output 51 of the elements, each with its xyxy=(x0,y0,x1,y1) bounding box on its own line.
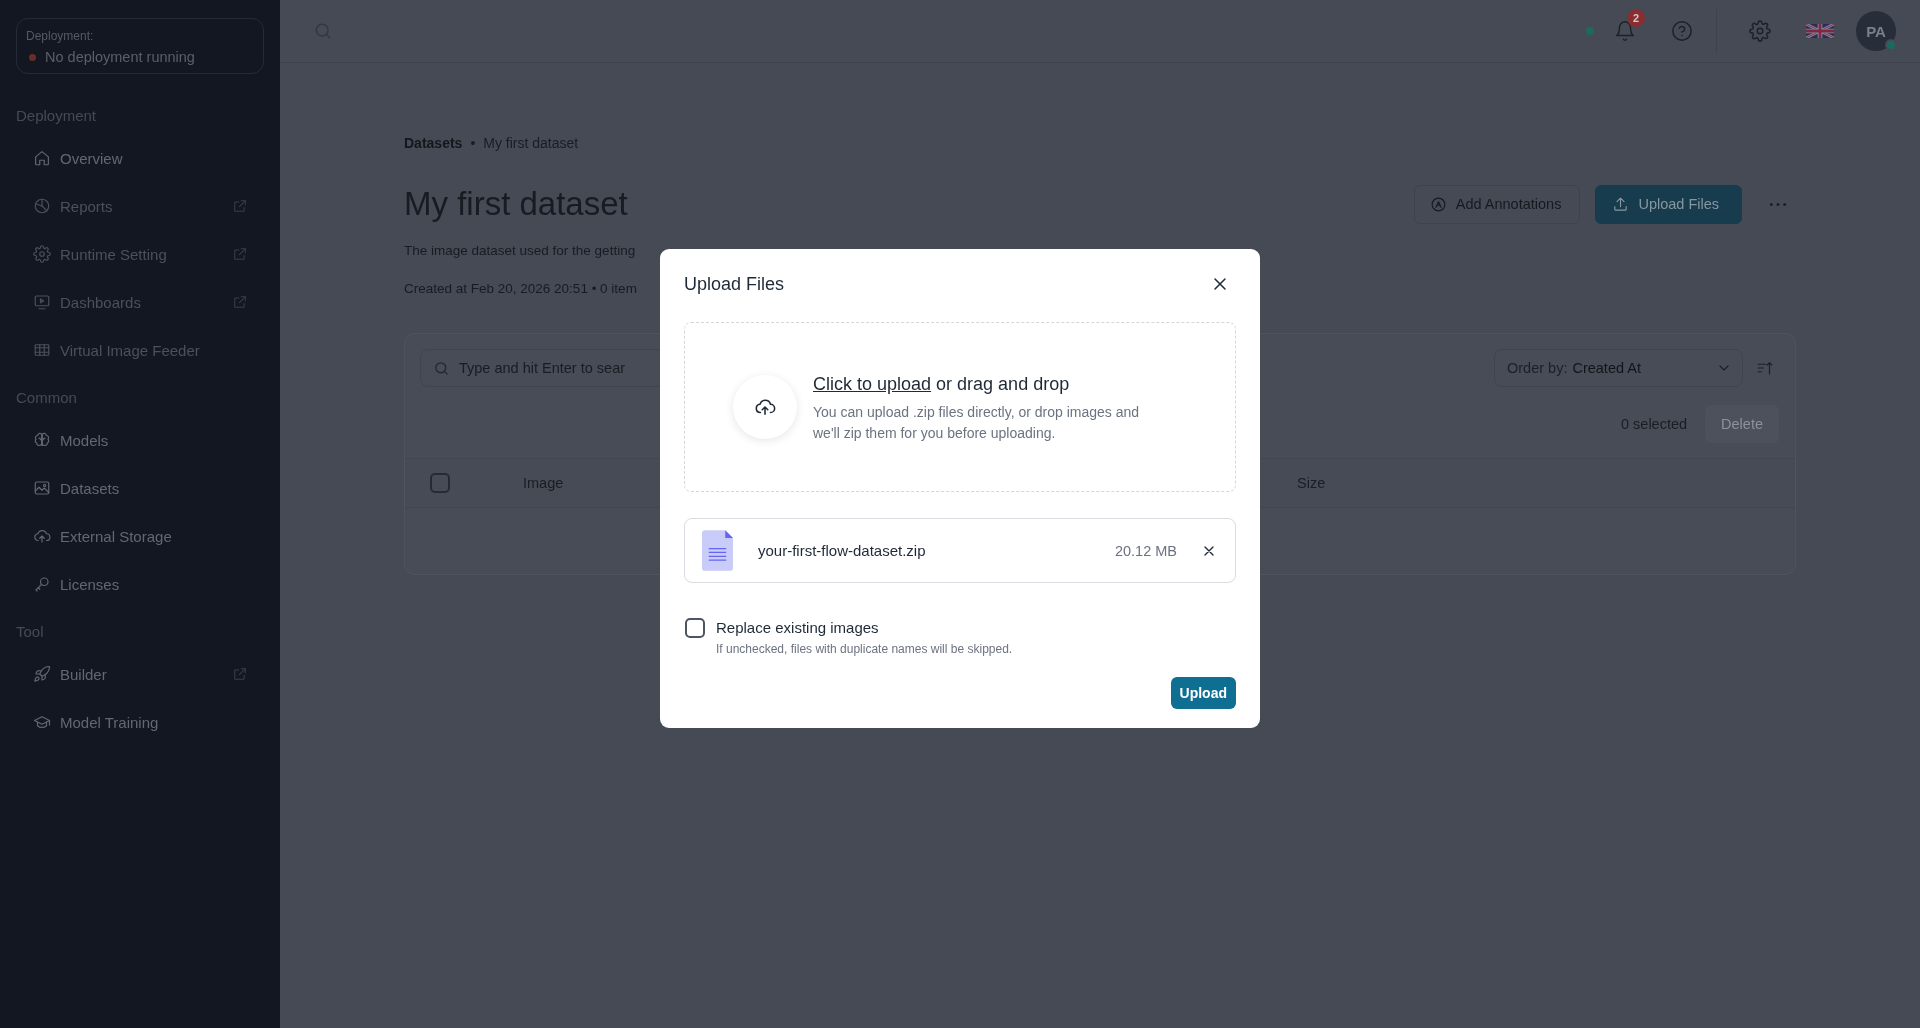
dropzone-heading: Click to upload or drag and drop xyxy=(813,372,1071,396)
sidebar-item[interactable]: Datasets xyxy=(16,464,264,512)
deployment-label: Deployment: xyxy=(26,28,95,44)
sidebar-item[interactable]: Builder xyxy=(16,650,264,698)
file-name: your-first-flow-dataset.zip xyxy=(758,542,926,559)
sidebar-item[interactable]: Model Training xyxy=(16,698,264,746)
gear-icon xyxy=(33,245,51,263)
click-to-upload-link[interactable]: Click to upload xyxy=(813,373,932,394)
user-avatar[interactable]: PA xyxy=(1856,11,1896,51)
sidebar-item[interactable]: Licenses xyxy=(16,560,264,608)
pie-chart-icon xyxy=(33,197,51,215)
replace-checkbox[interactable] xyxy=(685,618,705,638)
cloud-upload-icon xyxy=(733,375,797,439)
document-icon xyxy=(702,530,733,571)
file-size: 20.12 MB xyxy=(1114,542,1177,559)
help-icon[interactable] xyxy=(1671,20,1693,42)
brain-icon xyxy=(33,431,51,449)
sort-icon[interactable] xyxy=(1756,359,1774,377)
home-icon xyxy=(33,149,51,167)
settings-icon[interactable] xyxy=(1749,20,1771,42)
graduation-cap-icon xyxy=(33,713,51,731)
online-status-icon xyxy=(1885,39,1897,51)
sidebar-item[interactable]: Overview xyxy=(16,134,264,182)
sidebar-item[interactable]: Models xyxy=(16,416,264,464)
notifications-bell-icon[interactable] xyxy=(1614,20,1636,42)
upload-icon xyxy=(1612,195,1630,213)
image-icon xyxy=(33,479,51,497)
dropzone[interactable]: Click to upload or drag and drop You can upload .zip files directly, or drop images and we'll zip them for you before uploading. xyxy=(684,322,1236,492)
rocket-icon xyxy=(33,665,51,683)
breadcrumb-separator: • xyxy=(470,134,476,153)
select-all-checkbox[interactable] xyxy=(430,473,450,493)
sidebar-item[interactable]: External Storage xyxy=(16,512,264,560)
deployment-status-card[interactable]: Deployment: No deployment running xyxy=(16,18,264,74)
dialog-title: Upload Files xyxy=(684,273,785,295)
checkbox-label: Replace existing images xyxy=(716,618,880,638)
monitor-play-icon xyxy=(33,293,51,311)
flag-icon[interactable] xyxy=(1806,24,1834,38)
action-button[interactable]: Upload Files xyxy=(1595,184,1742,224)
status-dot-icon xyxy=(1586,27,1594,35)
upload-button[interactable]: Upload xyxy=(1170,677,1236,709)
more-icon[interactable] xyxy=(1768,200,1788,208)
notification-count: 2 xyxy=(1627,9,1645,27)
search-icon xyxy=(433,360,450,377)
film-frame-icon xyxy=(33,341,51,359)
annotation-icon xyxy=(1429,195,1447,213)
breadcrumb-link[interactable]: Datasets xyxy=(404,133,463,153)
dropzone-hint: You can upload .zip files directly, or drop images and we'll zip them for you before uploading. xyxy=(813,402,1141,443)
deployment-status: No deployment running xyxy=(45,48,195,67)
checkbox-help-text: If unchecked, files with duplicate names will be skipped. xyxy=(716,641,1013,657)
cloud-upload-icon xyxy=(33,527,51,545)
key-icon xyxy=(33,575,51,593)
